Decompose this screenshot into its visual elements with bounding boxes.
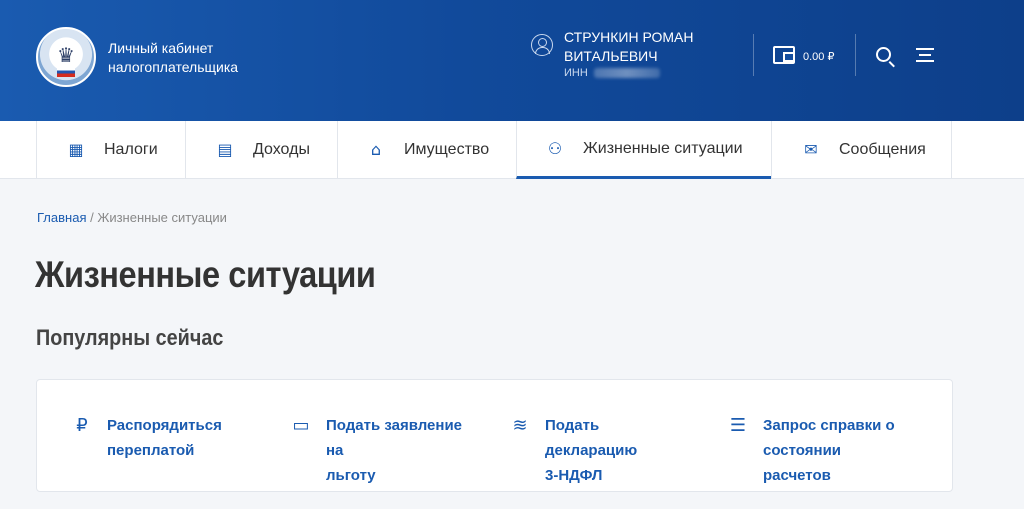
menu-icon[interactable] — [916, 48, 934, 62]
header: ♛ Личный кабинет налогоплательщика СТРУН… — [0, 0, 1024, 121]
popular-actions-card: ₽ Распорядиться переплатой ▭ Подать заяв… — [36, 379, 953, 492]
flag-icon — [57, 67, 75, 77]
inn-label: ИНН — [564, 67, 588, 79]
logo-emblem[interactable]: ♛ — [36, 27, 96, 87]
action-label-line: Подать декларацию — [545, 417, 638, 459]
header-divider — [855, 34, 856, 76]
breadcrumb-separator: / — [86, 210, 98, 225]
brand-title[interactable]: Личный кабинет налогоплательщика — [108, 39, 238, 77]
action-label-line: 3-НДФЛ — [545, 467, 603, 484]
taxes-icon: ▦ — [68, 140, 84, 159]
user-name-line-2: ВИТАЛЬЕВИЧ — [564, 48, 658, 64]
action-label-line: состоянии расчетов — [763, 442, 842, 484]
tab-life-situations[interactable]: ⚇ Жизненные ситуации — [516, 121, 771, 179]
action-label: Подать декларацию 3-НДФЛ — [545, 413, 695, 488]
action-label: Запрос справки о состоянии расчетов — [763, 413, 913, 488]
action-label: Распорядиться переплатой — [107, 413, 257, 463]
action-label-line: переплатой — [107, 442, 195, 459]
declaration-icon: ≋ — [512, 415, 528, 436]
property-icon: ⌂ — [370, 140, 382, 159]
section-title: Популярны сейчас — [36, 325, 224, 350]
tab-taxes[interactable]: ▦ Налоги — [36, 121, 185, 179]
breadcrumb: Главная / Жизненные ситуации — [37, 210, 227, 225]
balance[interactable]: 0.00 ₽ — [803, 50, 834, 63]
tab-messages[interactable]: ✉ Сообщения — [771, 121, 952, 179]
search-icon[interactable] — [876, 47, 891, 62]
inn: ИНН — [564, 67, 660, 79]
overpayment-icon: ₽ — [76, 415, 88, 436]
tab-label: Доходы — [253, 141, 310, 158]
brand-line-1: Личный кабинет — [108, 40, 214, 56]
tab-label: Имущество — [404, 141, 490, 158]
action-label: Подать заявление на льготу — [326, 413, 476, 488]
action-declaration[interactable]: ≋ Подать декларацию 3-НДФЛ — [507, 413, 695, 488]
tab-label: Налоги — [104, 141, 158, 158]
user-name-line-1: СТРУНКИН РОМАН — [564, 29, 694, 45]
action-label-line: Распорядиться — [107, 417, 222, 434]
tab-income[interactable]: ▤ Доходы — [185, 121, 337, 179]
user-icon[interactable] — [531, 34, 553, 56]
tab-label: Жизненные ситуации — [583, 139, 743, 157]
header-divider — [753, 34, 754, 76]
main-tabs: ▦ Налоги ▤ Доходы ⌂ Имущество ⚇ Жизненны… — [0, 121, 1024, 179]
eagle-icon: ♛ — [57, 43, 75, 67]
action-label-line: Подать заявление на — [326, 417, 463, 459]
breadcrumb-current: Жизненные ситуации — [97, 210, 227, 225]
certificate-icon: ☰ — [729, 415, 747, 436]
action-overpayment[interactable]: ₽ Распорядиться переплатой — [69, 413, 257, 463]
tab-label: Сообщения — [839, 141, 926, 158]
action-benefit-application[interactable]: ▭ Подать заявление на льготу — [288, 413, 476, 488]
inn-value-blurred — [593, 68, 660, 79]
action-certificate-request[interactable]: ☰ Запрос справки о состоянии расчетов — [725, 413, 913, 488]
action-label-line: Запрос справки о — [763, 417, 895, 434]
brand-line-2: налогоплательщика — [108, 59, 239, 75]
messages-icon: ✉ — [804, 140, 818, 159]
benefit-icon: ▭ — [292, 415, 310, 436]
wallet-icon[interactable] — [773, 46, 795, 64]
tab-property[interactable]: ⌂ Имущество — [337, 121, 516, 179]
life-situations-icon: ⚇ — [547, 138, 563, 158]
action-label-line: льготу — [326, 467, 376, 484]
user-name[interactable]: СТРУНКИН РОМАН ВИТАЛЬЕВИЧ — [564, 28, 724, 66]
income-icon: ▤ — [217, 140, 233, 159]
breadcrumb-home-link[interactable]: Главная — [37, 210, 86, 225]
page-title: Жизненные ситуации — [35, 254, 376, 295]
